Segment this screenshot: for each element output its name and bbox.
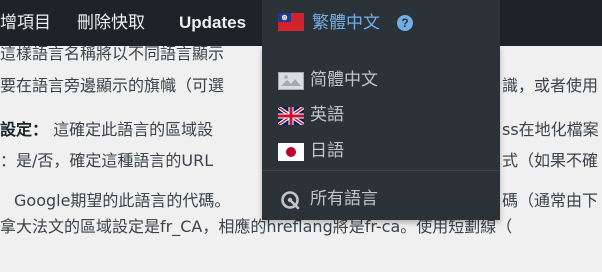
language-item-label: 日語 xyxy=(310,141,344,161)
admin-bar-updates[interactable]: Updates xyxy=(179,0,246,46)
uk-flag-icon xyxy=(278,107,304,125)
language-switcher[interactable]: 繁體中文 ? xyxy=(262,0,500,46)
language-item-label: 英語 xyxy=(310,105,344,125)
admin-bar-new-item[interactable]: 增項目 xyxy=(0,0,51,46)
help-line-2-tail: 識，或者使用 xyxy=(502,76,599,95)
help-line-2: 要在語言旁邊顯示的旗幟（可選 xyxy=(0,76,225,95)
locale-setting-label: 設定： xyxy=(0,120,49,139)
japan-flag-icon xyxy=(278,143,304,161)
all-languages-label: 所有語言 xyxy=(310,189,378,209)
taiwan-flag-icon xyxy=(278,13,304,31)
help-line-4: ：是/否，確定這種語言的URL xyxy=(0,151,214,170)
admin-bar-clear-cache[interactable]: 刪除快取 xyxy=(77,0,145,46)
help-line-4-tail: 式（如果不確 xyxy=(502,151,599,170)
china-flag-placeholder-icon xyxy=(278,72,304,90)
language-item-label: 简體中文 xyxy=(310,70,378,90)
language-dropdown-menu: 简體中文 英語 日語 所有語言 xyxy=(262,46,500,220)
current-language-label: 繁體中文 xyxy=(312,13,380,33)
help-line-5-tail: 碼（通常由下 xyxy=(502,191,599,210)
language-item-japanese[interactable]: 日語 xyxy=(262,134,500,168)
question-circle-icon[interactable]: ? xyxy=(397,15,413,31)
all-languages-item[interactable]: 所有語言 xyxy=(262,182,500,216)
admin-bar: 增項目 刪除快取 Updates 繁體中文 ? xyxy=(0,0,602,46)
language-item-simplified-chinese[interactable]: 简體中文 xyxy=(262,63,500,97)
language-globe-icon xyxy=(281,191,300,210)
language-item-english[interactable]: 英語 xyxy=(262,98,500,132)
help-line-3: 設定： 這確定此語言的區域設 xyxy=(0,115,213,145)
help-line-3-tail: ss在地化檔案 xyxy=(502,120,599,139)
menu-divider xyxy=(262,170,500,171)
help-line-3-text: 這確定此語言的區域設 xyxy=(53,120,214,139)
